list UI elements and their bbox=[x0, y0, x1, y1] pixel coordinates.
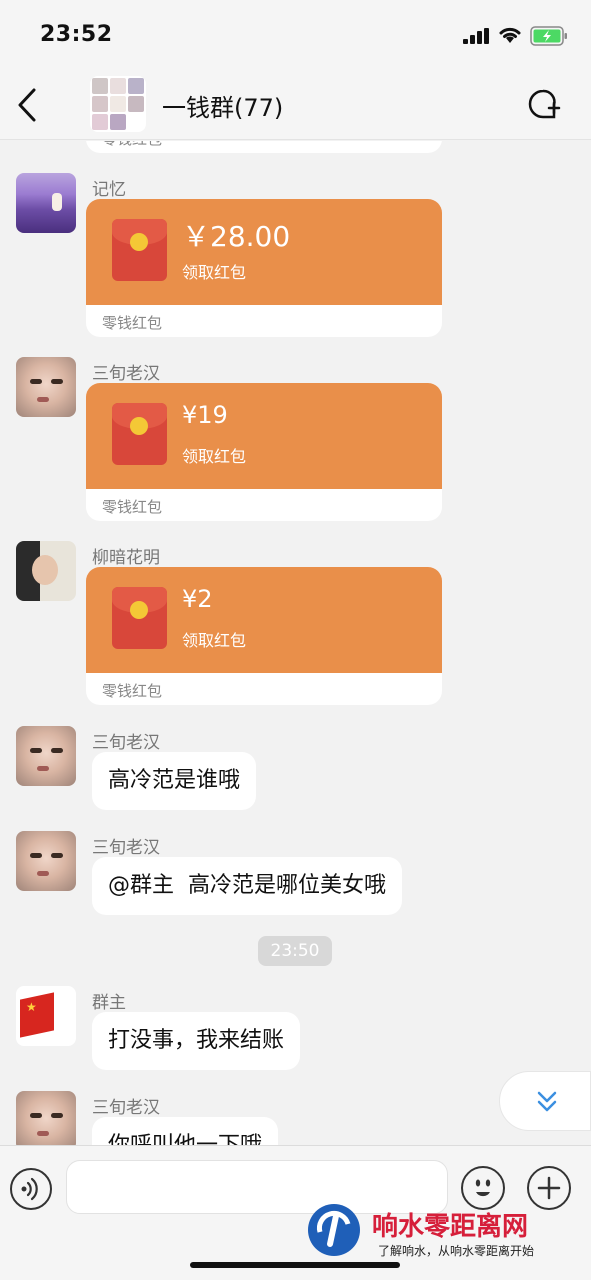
chat-header: 一钱群(77) bbox=[0, 70, 591, 140]
packet-claim-label: 领取红包 bbox=[182, 631, 247, 650]
sender-name: 三旬老汉 bbox=[92, 1098, 160, 1118]
timestamp-divider: 23:50 bbox=[258, 936, 332, 966]
red-packet[interactable]: ¥19 领取红包 零钱红包 bbox=[86, 383, 442, 521]
voice-icon bbox=[21, 1177, 38, 1201]
red-packet[interactable]: ￥28.00 领取红包 零钱红包 bbox=[86, 199, 442, 337]
packet-amount: ¥19 bbox=[182, 401, 228, 429]
battery-icon bbox=[530, 26, 567, 46]
packet-type-label: 零钱红包 bbox=[102, 314, 163, 332]
avatar[interactable] bbox=[16, 726, 76, 786]
packet-type-label: 零钱红包 bbox=[102, 141, 162, 149]
chat-title[interactable]: 一钱群(77) bbox=[162, 88, 283, 123]
avatar[interactable] bbox=[16, 357, 76, 417]
group-avatar[interactable] bbox=[90, 76, 146, 132]
message-bubble[interactable]: 你呼叫他一下哦 bbox=[92, 1117, 279, 1145]
sender-name: 三旬老汉 bbox=[92, 364, 160, 384]
message-bubble[interactable]: 打没事，我来结账 bbox=[92, 1012, 301, 1070]
status-bar: 23:52 bbox=[0, 0, 591, 70]
wifi-icon bbox=[499, 27, 521, 43]
sender-name: 柳暗花明 bbox=[92, 548, 160, 568]
packet-type-label: 零钱红包 bbox=[102, 682, 163, 700]
red-packet-icon bbox=[112, 403, 167, 465]
new-chat-icon[interactable] bbox=[524, 86, 562, 124]
packet-type-label: 零钱红包 bbox=[102, 498, 163, 516]
packet-amount: ¥2 bbox=[182, 585, 213, 613]
back-icon[interactable] bbox=[14, 86, 44, 124]
status-time: 23:52 bbox=[40, 22, 113, 47]
sender-name: 群主 bbox=[92, 993, 126, 1013]
avatar[interactable] bbox=[16, 541, 76, 601]
avatar[interactable] bbox=[16, 1091, 76, 1145]
sender-name: 三旬老汉 bbox=[92, 733, 160, 753]
packet-claim-label: 领取红包 bbox=[182, 447, 247, 466]
signal-icon bbox=[463, 28, 489, 44]
scroll-to-bottom-button[interactable] bbox=[499, 1071, 591, 1131]
sender-name: 记忆 bbox=[92, 180, 126, 200]
message-bubble[interactable]: 高冷范是谁哦 bbox=[92, 752, 257, 810]
watermark-subtitle: 了解响水，从响水零距离开始 bbox=[378, 1244, 535, 1258]
watermark-title: 响水零距离网 bbox=[372, 1212, 529, 1242]
red-packet-icon bbox=[112, 587, 167, 649]
voice-button[interactable] bbox=[10, 1168, 52, 1210]
red-packet-icon bbox=[112, 219, 167, 281]
red-packet-partial[interactable]: 零钱红包 bbox=[86, 141, 442, 153]
avatar[interactable] bbox=[16, 173, 76, 233]
red-packet[interactable]: ¥2 领取红包 零钱红包 bbox=[86, 567, 442, 705]
watermark-logo-icon bbox=[308, 1204, 360, 1256]
avatar[interactable] bbox=[16, 986, 76, 1046]
avatar[interactable] bbox=[16, 831, 76, 891]
message-list[interactable]: 零钱红包 记忆 ￥28.00 领取红包 零钱红包 三旬老汉 ¥19 领取红包 零… bbox=[0, 141, 591, 1145]
scroll-down-icon bbox=[537, 1091, 557, 1112]
sender-name: 三旬老汉 bbox=[92, 838, 160, 858]
packet-claim-label: 领取红包 bbox=[182, 263, 247, 282]
message-bubble[interactable]: @群主 高冷范是哪位美女哦 bbox=[92, 857, 402, 915]
watermark: 响水零距离网 了解响水，从响水零距离开始 bbox=[300, 1200, 591, 1280]
packet-amount: ￥28.00 bbox=[182, 220, 291, 253]
